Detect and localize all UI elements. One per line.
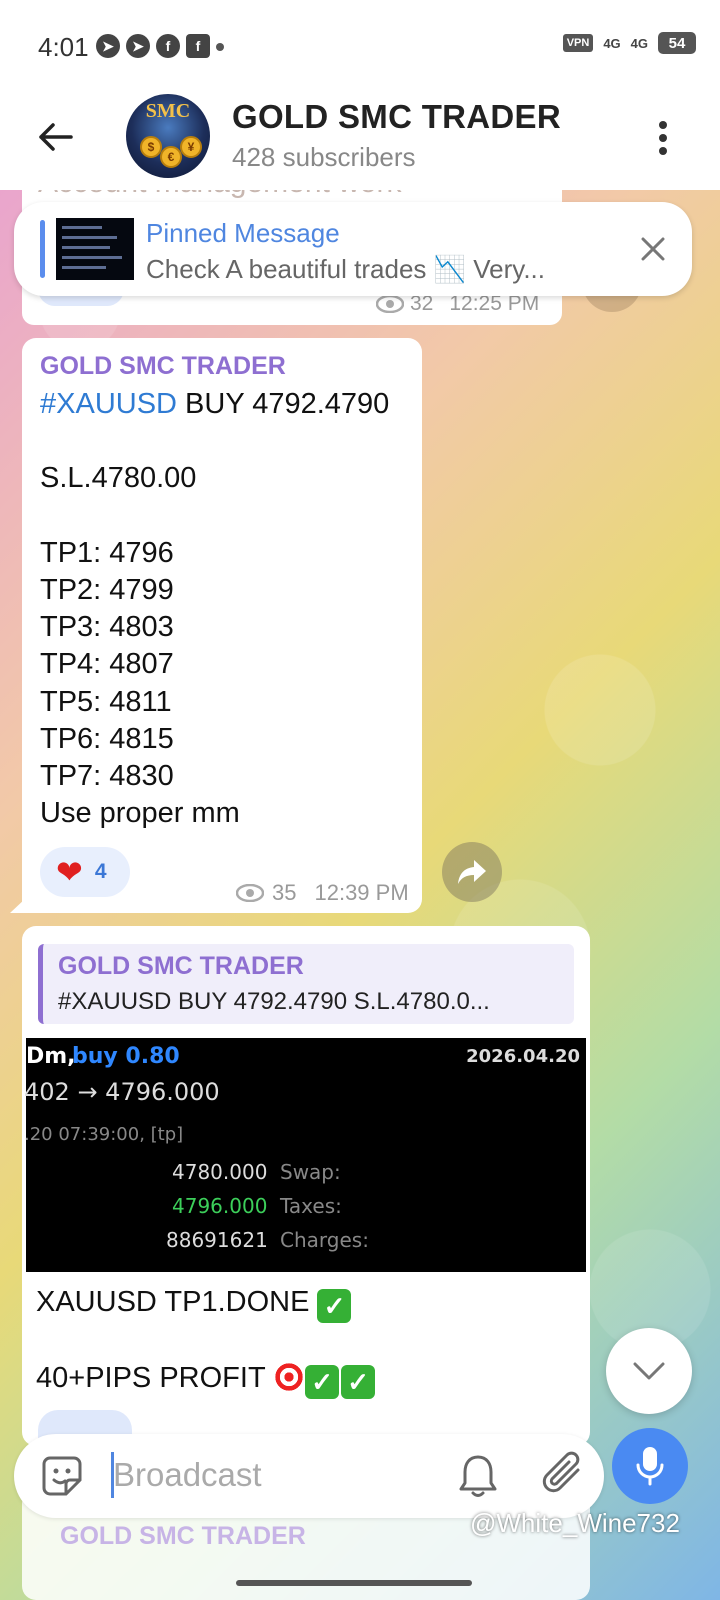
profit-text: 40+PIPS PROFIT (36, 1362, 266, 1394)
signal-entry: BUY 4792.4790 (177, 388, 390, 420)
status-time: 4:01 (38, 32, 89, 62)
shot-tp-value: 4796.000 (172, 1194, 268, 1218)
shot-sl-label: Swap: (280, 1160, 341, 1184)
quote-author: GOLD SMC TRADER (58, 952, 304, 980)
take-profit-1: TP1: 4796 (40, 537, 174, 569)
close-pinned-button[interactable] (640, 236, 666, 262)
result-line-2: 40+PIPS PROFIT ✓ ✓ (36, 1361, 376, 1399)
chevron-down-icon (633, 1362, 665, 1380)
battery-icon: 54 (658, 32, 696, 54)
message-meta: 35 12:39 PM (236, 880, 409, 906)
take-profit-5: TP5: 4811 (40, 686, 172, 718)
signal-icon-2: 4G (630, 35, 648, 51)
check-icon: ✓ (341, 1365, 376, 1399)
shot-time-line: .20 07:39:00, [tp] (24, 1124, 184, 1145)
shot-order: buy 0.80 (72, 1044, 180, 1069)
pinned-text: Check A beautiful trades 📉 Very... (146, 254, 545, 284)
shot-sl-value: 4780.000 (172, 1160, 268, 1184)
status-bar: 4:01 ➤ ➤ f f VPN 4G 4G 54 (0, 0, 720, 90)
more-notifications-icon (216, 43, 224, 51)
next-message-author: GOLD SMC TRADER (60, 1522, 306, 1550)
shot-tp-label: Taxes: (280, 1194, 342, 1218)
back-button[interactable] (30, 112, 80, 162)
share-arrow-icon (458, 860, 486, 884)
message-footer: Use proper mm (40, 797, 240, 829)
pinned-thumbnail (56, 218, 134, 280)
heart-reaction-chip[interactable]: ❤ 4 (40, 847, 130, 897)
take-profit-3: TP3: 4803 (40, 611, 174, 643)
reaction-count: 4 (94, 860, 107, 883)
views-count: 35 (272, 880, 297, 905)
bell-icon (459, 1455, 497, 1497)
telegram-icon-2: ➤ (126, 34, 150, 58)
check-icon: ✓ (317, 1289, 352, 1323)
target-icon (273, 1361, 306, 1393)
pinned-title: Pinned Message (146, 218, 340, 248)
signal-icon: 4G (603, 35, 621, 51)
pinned-message-bar[interactable]: Pinned Message Check A beautiful trades … (14, 202, 692, 296)
facebook-icon: f (186, 34, 210, 58)
pinned-indicator (40, 220, 45, 278)
quote-text: #XAUUSD BUY 4792.4790 S.L.4780.0... (58, 988, 490, 1015)
shot-id-label: Charges: (280, 1228, 369, 1252)
voice-record-button[interactable] (612, 1428, 688, 1504)
hashtag-link[interactable]: #XAUUSD (40, 388, 177, 420)
euro-coin-icon: € (160, 146, 182, 168)
views-icon (236, 884, 264, 902)
menu-dot (659, 134, 667, 142)
trade-screenshot[interactable]: Dm, buy 0.80 2026.04.20 402 → 4796.000 .… (24, 1038, 586, 1272)
dollar-coin-icon: $ (140, 136, 162, 158)
notification-icons: ➤ ➤ f f (96, 34, 224, 58)
sticker-button[interactable] (38, 1452, 86, 1500)
share-button[interactable] (442, 842, 502, 902)
shot-prefix: Dm, (26, 1044, 76, 1069)
take-profit-7: TP7: 4830 (40, 760, 174, 792)
views-icon (376, 295, 404, 313)
shot-date: 2026.04.20 (466, 1046, 580, 1067)
attach-button[interactable] (540, 1450, 588, 1500)
arrow-left-icon (39, 123, 73, 151)
vpn-icon: VPN (562, 34, 594, 52)
sticker-icon (42, 1456, 82, 1496)
paperclip-icon (542, 1451, 580, 1493)
shot-id-value: 88691621 (166, 1228, 268, 1252)
facebook-messenger-icon: f (156, 34, 180, 58)
check-icon: ✓ (305, 1365, 340, 1399)
telegram-icon: ➤ (96, 34, 120, 58)
stop-loss: S.L.4780.00 (40, 462, 197, 494)
take-profit-2: TP2: 4799 (40, 574, 174, 606)
home-indicator[interactable] (236, 1580, 472, 1586)
take-profit-4: TP4: 4807 (40, 648, 174, 680)
message-author[interactable]: GOLD SMC TRADER (40, 352, 286, 381)
more-options-button[interactable] (650, 118, 676, 158)
notification-toggle-button[interactable] (456, 1452, 500, 1500)
take-profit-6: TP6: 4815 (40, 723, 174, 755)
heart-icon: ❤ (56, 854, 83, 890)
shot-price-line: 402 → 4796.000 (24, 1078, 220, 1106)
watermark: @White_Wine732 (470, 1508, 680, 1538)
menu-dot (659, 121, 667, 129)
avatar-logo-text: SMC (145, 100, 191, 122)
result-line-1: XAUUSD TP1.DONE ✓ (36, 1286, 352, 1323)
yen-coin-icon: ¥ (180, 136, 202, 158)
subscriber-count: 428 subscribers (232, 142, 416, 172)
channel-title[interactable]: GOLD SMC TRADER (232, 98, 561, 136)
channel-avatar[interactable]: SMC $ € ¥ (126, 94, 210, 178)
broadcast-input[interactable] (113, 1452, 413, 1498)
microphone-icon (636, 1447, 664, 1486)
menu-dot (659, 147, 667, 155)
message-time: 12:39 PM (314, 880, 409, 905)
system-indicators: VPN 4G 4G 54 (562, 32, 696, 54)
chat-header: SMC $ € ¥ GOLD SMC TRADER 428 subscriber… (0, 90, 720, 190)
close-icon (641, 237, 665, 261)
scroll-down-button[interactable] (606, 1328, 692, 1414)
signal-headline: #XAUUSD BUY 4792.4790 (40, 388, 389, 421)
result-text: XAUUSD TP1.DONE (36, 1286, 310, 1318)
